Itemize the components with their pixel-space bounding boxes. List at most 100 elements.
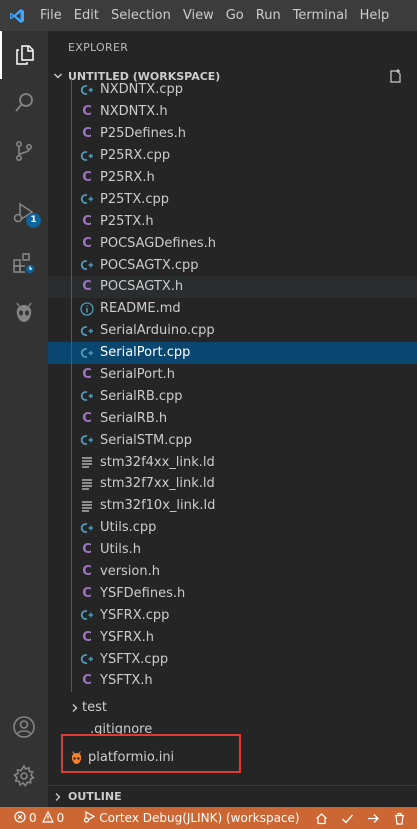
- cpp-file-icon: [79, 323, 95, 339]
- problems-indicator[interactable]: 0 0: [0, 807, 69, 829]
- menu-go[interactable]: Go: [220, 0, 250, 31]
- cpp-file-icon: [79, 388, 95, 404]
- file-item[interactable]: YSFRX.cpp: [48, 604, 417, 627]
- menu-selection[interactable]: Selection: [105, 0, 177, 31]
- file-label: YSFDefines.h: [100, 585, 186, 601]
- file-label: SerialArduino.cpp: [100, 323, 215, 339]
- file-item[interactable]: C YSFRX.h: [48, 626, 417, 649]
- c-file-icon: C: [82, 673, 92, 689]
- arrow-right-icon: [367, 813, 379, 823]
- file-item[interactable]: Utils.cpp: [48, 516, 417, 539]
- menu-help[interactable]: Help: [354, 0, 396, 31]
- c-file-icon: C: [82, 410, 92, 426]
- file-item[interactable]: SerialSTM.cpp: [48, 429, 417, 452]
- indent-guide: [71, 473, 72, 495]
- run-debug-icon[interactable]: 1: [0, 189, 48, 237]
- menu-file[interactable]: File: [34, 0, 68, 31]
- file-item[interactable]: stm32f10x_link.ld: [48, 494, 417, 517]
- debug-config[interactable]: Cortex Debug(JLINK) (workspace): [69, 807, 304, 829]
- c-file-icon: C: [82, 104, 92, 120]
- folder-test[interactable]: test: [48, 697, 417, 719]
- file-item[interactable]: C P25TX.h: [48, 210, 417, 233]
- pio-home-button[interactable]: [305, 807, 333, 829]
- file-item[interactable]: README.md: [48, 297, 417, 320]
- file-item[interactable]: NXDNTX.cpp: [48, 79, 417, 101]
- cpp-file-icon: [79, 345, 95, 361]
- file-label: SerialPort.cpp: [100, 345, 191, 361]
- file-item[interactable]: C P25RX.h: [48, 166, 417, 189]
- explorer-icon[interactable]: [0, 31, 48, 79]
- file-label: P25RX.cpp: [100, 148, 171, 164]
- c-file-icon: C: [82, 585, 92, 601]
- pio-build-button[interactable]: [333, 807, 359, 829]
- file-label: YSFRX.h: [100, 629, 154, 645]
- file-label: P25TX.h: [100, 213, 154, 229]
- text-file-icon: [79, 498, 95, 514]
- file-label: NXDNTX.h: [100, 104, 168, 120]
- pio-clean-button[interactable]: [385, 807, 411, 829]
- platformio-alien-icon[interactable]: [0, 289, 48, 337]
- file-item[interactable]: C P25Defines.h: [48, 122, 417, 145]
- file-item[interactable]: P25RX.cpp: [48, 144, 417, 167]
- file-item[interactable]: C YSFDefines.h: [48, 582, 417, 605]
- chevron-right-icon: [48, 792, 68, 802]
- file-item[interactable]: SerialArduino.cpp: [48, 319, 417, 342]
- file-label: POCSAGTX.h: [100, 279, 184, 295]
- indent-guide: [71, 100, 72, 123]
- file-label: P25Defines.h: [100, 126, 186, 142]
- file-item[interactable]: P25TX.cpp: [48, 188, 417, 211]
- file-item[interactable]: SerialRB.cpp: [48, 385, 417, 408]
- file-label: P25RX.h: [100, 170, 155, 185]
- file-item[interactable]: stm32f7xx_link.ld: [48, 473, 417, 495]
- file-label: YSFTX.cpp: [100, 651, 169, 667]
- indent-guide: [71, 363, 72, 386]
- pio-upload-button[interactable]: [359, 807, 385, 829]
- file-item[interactable]: POCSAGTX.cpp: [48, 254, 417, 277]
- indent-guide: [71, 451, 72, 474]
- indent-guide: [71, 144, 72, 167]
- cpp-file-icon: [79, 607, 95, 623]
- file-item[interactable]: stm32f4xx_link.ld: [48, 451, 417, 474]
- menu-edit[interactable]: Edit: [68, 0, 105, 31]
- cpp-file-icon: [79, 257, 95, 273]
- outline-header[interactable]: OUTLINE: [48, 785, 417, 807]
- file-item[interactable]: C NXDNTX.h: [48, 100, 417, 123]
- settings-gear-icon[interactable]: [0, 752, 48, 800]
- indent-guide: [71, 385, 72, 408]
- warning-count: 0: [56, 811, 65, 825]
- file-label: stm32f10x_link.ld: [100, 498, 216, 514]
- file-item[interactable]: Cversion.h: [48, 560, 417, 583]
- file-item[interactable]: SerialPort.cpp: [48, 341, 417, 364]
- search-icon[interactable]: [0, 79, 48, 127]
- c-file-icon: C: [82, 235, 92, 251]
- indent-guide: [71, 254, 72, 277]
- file-item[interactable]: C SerialPort.h: [48, 363, 417, 386]
- file-item[interactable]: C SerialRB.h: [48, 407, 417, 430]
- menu-run[interactable]: Run: [250, 0, 287, 31]
- run-badge: 1: [26, 213, 41, 228]
- account-icon[interactable]: [0, 703, 48, 751]
- file-item[interactable]: YSFTX.cpp: [48, 648, 417, 671]
- file-label: YSFRX.cpp: [100, 607, 170, 623]
- file-item[interactable]: C Utils.h: [48, 538, 417, 561]
- cpp-file-icon: [79, 191, 95, 207]
- indent-guide: [71, 319, 72, 342]
- file-item[interactable]: C YSFTX.h: [48, 670, 417, 692]
- menu-terminal[interactable]: Terminal: [287, 0, 354, 31]
- vscode-logo-icon: [0, 0, 34, 31]
- extensions-icon[interactable]: [0, 239, 48, 287]
- menu-view[interactable]: View: [177, 0, 220, 31]
- file-label: SerialRB.cpp: [100, 388, 183, 404]
- indent-guide: [71, 232, 72, 255]
- indent-guide: [71, 166, 72, 189]
- c-file-icon: C: [82, 126, 92, 142]
- highlight-box: [61, 734, 241, 773]
- file-label: stm32f4xx_link.ld: [100, 454, 215, 470]
- file-item[interactable]: C POCSAGTX.h: [48, 276, 417, 298]
- indent-guide: [71, 626, 72, 649]
- indent-guide: [71, 560, 72, 583]
- c-file-icon: C: [82, 629, 92, 645]
- source-control-icon[interactable]: [0, 127, 48, 175]
- file-item[interactable]: C POCSAGDefines.h: [48, 232, 417, 255]
- indent-guide: [71, 341, 72, 364]
